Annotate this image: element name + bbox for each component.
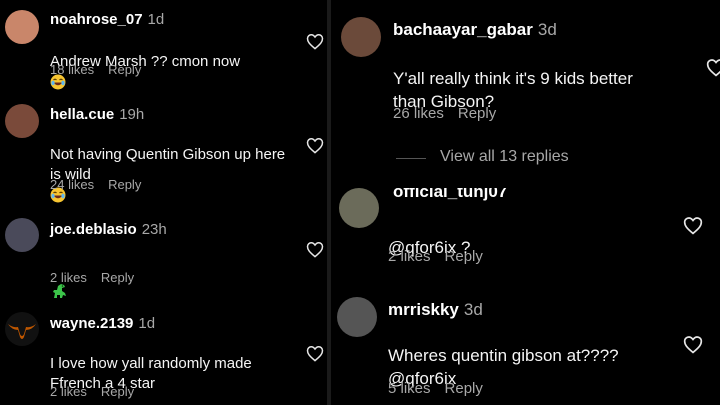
like-count[interactable]: 5 likes xyxy=(388,380,431,397)
like-button[interactable] xyxy=(306,345,324,362)
comment-item: joe.deblasio 23h 2 likes Reply xyxy=(0,205,327,300)
heart-icon xyxy=(306,241,324,258)
avatar[interactable] xyxy=(5,104,39,138)
comment-item: wayne.2139 1d I love how yall randomly ma… xyxy=(0,300,327,405)
longhorn-logo-icon xyxy=(8,324,36,339)
reply-button[interactable]: Reply xyxy=(445,380,483,397)
heart-icon xyxy=(683,217,703,235)
username[interactable]: joe.deblasio 23h xyxy=(50,221,167,238)
username[interactable]: hella.cue 19h xyxy=(50,106,144,123)
comment-age: 23h xyxy=(141,221,167,238)
comment-age: 1d xyxy=(147,11,165,28)
username[interactable]: wayne.2139 1d xyxy=(50,315,155,332)
reply-button[interactable]: Reply xyxy=(101,384,134,399)
comment-item: noahrose_07 1d Andrew Marsh ?? cmon now 1… xyxy=(0,0,327,95)
comment-text: Not having Quentin Gibson up here is wil… xyxy=(50,125,310,205)
like-count[interactable]: 2 likes xyxy=(50,384,87,399)
reply-button[interactable]: Reply xyxy=(445,248,483,265)
reply-button[interactable]: Reply xyxy=(108,62,141,77)
like-count[interactable]: 26 likes xyxy=(393,105,444,122)
comment-age: 3d xyxy=(463,300,483,319)
comment-text: Y'all really think it's 9 kids better th… xyxy=(393,44,633,113)
like-count[interactable]: 24 likes xyxy=(50,177,94,192)
comment-meta: 5 likes Reply xyxy=(388,380,497,397)
dinosaur-emoji-icon xyxy=(53,284,66,299)
username-text[interactable]: hella.cue xyxy=(50,106,114,123)
like-count[interactable]: 2 likes xyxy=(50,270,87,285)
username-text[interactable]: joe.deblasio xyxy=(50,221,137,238)
username-text[interactable]: official_tunj07 xyxy=(393,188,507,201)
username-text[interactable]: bachaayar_gabar xyxy=(393,20,533,39)
comment-meta: 24 likes Reply xyxy=(50,177,155,192)
reply-button[interactable]: Reply xyxy=(108,177,141,192)
username[interactable]: bachaayar_gabar 3d xyxy=(393,20,557,40)
heart-icon xyxy=(306,345,324,362)
avatar[interactable] xyxy=(5,312,39,346)
username[interactable]: official_tunj07 xyxy=(393,188,507,202)
username-text[interactable]: wayne.2139 xyxy=(50,315,133,332)
avatar[interactable] xyxy=(337,297,377,337)
like-button[interactable] xyxy=(683,216,703,235)
comment-age: 3d xyxy=(537,20,557,39)
comment-meta: 18 likes Reply xyxy=(50,62,155,77)
avatar[interactable] xyxy=(5,10,39,44)
like-button[interactable] xyxy=(306,33,324,50)
reply-button[interactable]: Reply xyxy=(101,270,134,285)
heart-icon xyxy=(306,33,324,50)
comment-item: mrriskky 3d Wheres quentin gibson at???? … xyxy=(331,288,720,405)
avatar[interactable] xyxy=(341,17,381,57)
left-comment-panel: noahrose_07 1d Andrew Marsh ?? cmon now 1… xyxy=(0,0,327,405)
right-comment-panel: bachaayar_gabar 3d Y'all really think it'… xyxy=(331,0,720,405)
comment-item: hella.cue 19h Not having Quentin Gibson u… xyxy=(0,95,327,205)
comment-item: bachaayar_gabar 3d Y'all really think it'… xyxy=(331,0,720,185)
reply-button[interactable]: Reply xyxy=(458,105,496,122)
comment-meta: 2 likes Reply xyxy=(50,270,148,285)
like-count[interactable]: 18 likes xyxy=(50,62,94,77)
username-text[interactable]: mrriskky xyxy=(388,300,459,319)
like-count[interactable]: 2 likes xyxy=(388,248,431,265)
like-button[interactable] xyxy=(306,137,324,154)
comment-age: 1d xyxy=(138,315,156,332)
avatar[interactable] xyxy=(5,218,39,252)
comment-meta: 26 likes Reply xyxy=(393,105,510,122)
avatar[interactable] xyxy=(339,188,379,228)
username[interactable]: noahrose_07 1d xyxy=(50,11,164,28)
like-button[interactable] xyxy=(706,58,720,77)
comment-meta: 2 likes Reply xyxy=(50,384,148,399)
heart-icon xyxy=(706,59,720,77)
comment-meta: 2 likes Reply xyxy=(388,248,497,265)
comment-item: official_tunj07 @qfor6ix ? 2 likes Reply xyxy=(331,188,720,288)
like-button[interactable] xyxy=(683,335,703,354)
heart-icon xyxy=(306,137,324,154)
heart-icon xyxy=(683,336,703,354)
view-replies-button[interactable]: View all 13 replies xyxy=(440,148,569,166)
comment-age: 19h xyxy=(119,106,145,123)
replies-divider-line xyxy=(396,158,426,159)
username-text[interactable]: noahrose_07 xyxy=(50,11,143,28)
like-button[interactable] xyxy=(306,241,324,258)
username[interactable]: mrriskky 3d xyxy=(388,300,483,320)
